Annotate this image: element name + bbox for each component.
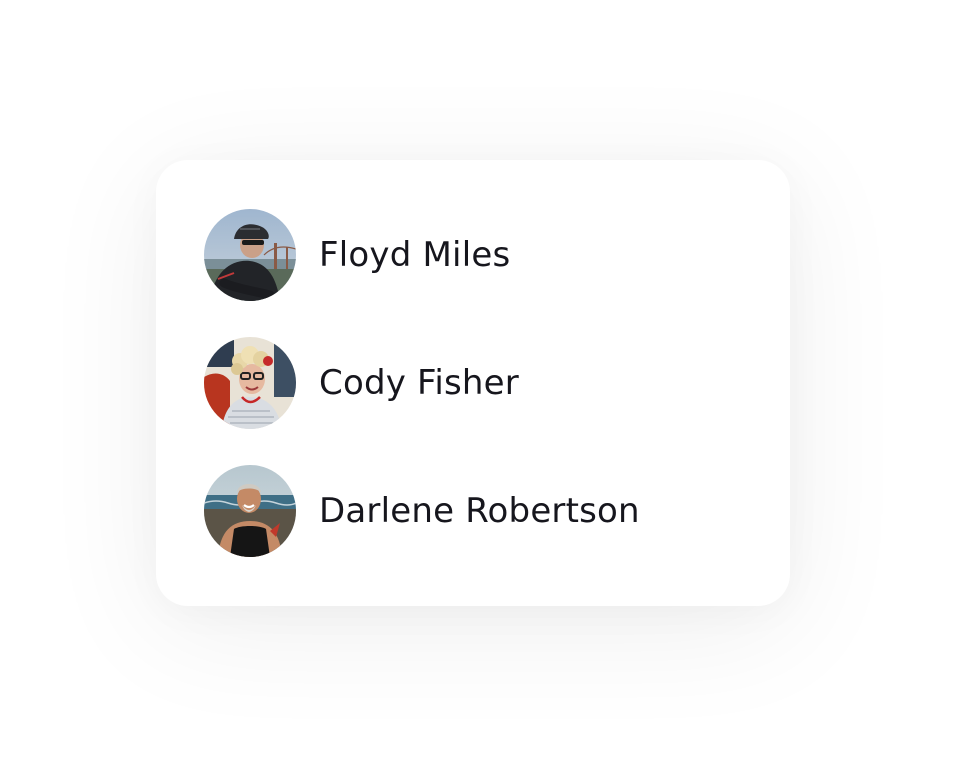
list-item[interactable]: Cody Fisher xyxy=(204,337,519,429)
avatar xyxy=(204,209,296,301)
list-item[interactable]: Darlene Robertson xyxy=(204,465,640,557)
avatar xyxy=(204,465,296,557)
person-name: Floyd Miles xyxy=(319,235,511,275)
people-card: Floyd Miles Cody Fisher Darlene Robertso… xyxy=(156,160,790,606)
person-name: Darlene Robertson xyxy=(319,491,640,531)
avatar xyxy=(204,337,296,429)
person-name: Cody Fisher xyxy=(319,363,519,403)
list-item[interactable]: Floyd Miles xyxy=(204,209,510,301)
